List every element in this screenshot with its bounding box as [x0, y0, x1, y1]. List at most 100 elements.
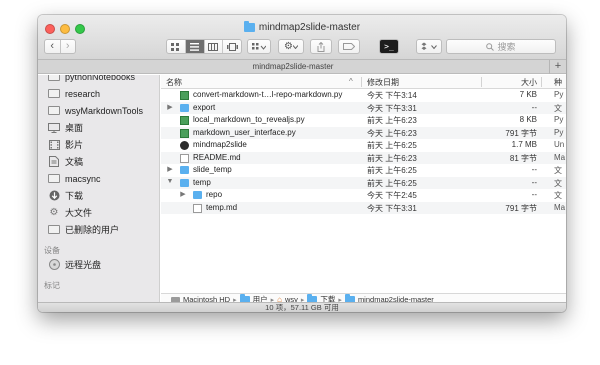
column-name[interactable]: 名称: [166, 77, 182, 88]
column-kind[interactable]: 种: [554, 77, 562, 88]
new-tab-button[interactable]: +: [549, 60, 566, 74]
file-size: --: [531, 165, 537, 174]
file-kind: Py: [554, 127, 564, 137]
sidebar-item-macsync[interactable]: macsync: [48, 171, 101, 186]
desktop-icon: [48, 122, 60, 133]
file-kind: 文: [554, 103, 562, 113]
gallery-icon: [226, 42, 238, 51]
file-size: 81 字节: [509, 153, 537, 163]
sidebar-item-downloads[interactable]: 下载: [48, 188, 83, 203]
sidebar-section-tags: 标记: [44, 281, 60, 290]
sort-indicator: ^: [349, 77, 353, 86]
tab-current[interactable]: mindmap2slide-master: [38, 62, 548, 71]
arrange-icon: [252, 42, 266, 50]
sidebar-item-label: wsyMarkdownTools: [65, 105, 144, 116]
column-size[interactable]: 大小: [521, 77, 537, 88]
python-file-icon: [180, 91, 189, 100]
sidebar-item-label: 大文件: [65, 208, 93, 218]
disclosure-triangle[interactable]: ▶: [179, 190, 187, 198]
sidebar-item-pythonnotebooks[interactable]: pythonNotebooks: [48, 75, 135, 84]
sidebar-item-remote-disc[interactable]: 远程光盘: [48, 257, 101, 272]
file-date: 今天 下午3:31: [367, 203, 417, 213]
action-button[interactable]: ⚙: [278, 39, 304, 54]
file-kind: 文: [554, 166, 562, 175]
executable-icon: [180, 141, 189, 150]
arrange-button[interactable]: [247, 39, 271, 54]
file-row[interactable]: mindmap2slide 前天 上午6:25 1.7 MB Un: [161, 139, 566, 152]
file-name: temp: [193, 177, 211, 187]
folder-icon: [48, 225, 60, 234]
file-row[interactable]: convert-markdown-t…l-repo-markdown.py 今天…: [161, 89, 566, 102]
file-name: repo: [206, 190, 223, 199]
terminal-button[interactable]: >_: [379, 39, 399, 54]
file-row[interactable]: markdown_user_interface.py 今天 上午6:23 791…: [161, 126, 566, 139]
file-size: 7 KB: [519, 90, 537, 99]
sidebar-item-label: 影片: [65, 140, 84, 150]
file-date: 今天 下午3:31: [367, 103, 417, 113]
view-mode-group: [166, 39, 242, 54]
sidebar-item-wsymarkdowntools[interactable]: wsyMarkdownTools: [48, 103, 143, 118]
file-kind: 文: [554, 191, 562, 200]
tag-icon: [343, 43, 355, 50]
file-row[interactable]: ▶ export 今天 下午3:31 -- 文: [161, 101, 566, 114]
column-view-button[interactable]: [203, 40, 223, 53]
markdown-file-icon: [193, 203, 202, 213]
file-date: 前天 上午6:23: [367, 116, 417, 125]
file-row[interactable]: README.md 前天 上午6:23 81 字节 Ma: [161, 151, 566, 164]
file-date: 前天 上午6:23: [367, 153, 417, 163]
file-kind: Py: [554, 90, 564, 99]
folder-icon: [48, 89, 60, 98]
columns-icon: [208, 42, 219, 51]
icon-view-button[interactable]: [167, 40, 185, 53]
folder-icon: [48, 174, 60, 183]
sidebar-item-desktop[interactable]: 桌面: [48, 120, 83, 135]
dropbox-icon: [421, 42, 437, 50]
column-date[interactable]: 修改日期: [367, 77, 399, 88]
sidebar-item-documents[interactable]: 文稿: [48, 154, 83, 169]
file-size: --: [531, 177, 537, 187]
list-view-button[interactable]: [184, 40, 204, 53]
file-row[interactable]: ▼ temp 前天 上午6:25 -- 文: [161, 176, 566, 189]
file-row[interactable]: local_markdown_to_revealjs.py 前天 上午6:23 …: [161, 114, 566, 127]
folder-icon: [48, 75, 60, 81]
document-icon: [49, 156, 59, 167]
sidebar-item-large-files[interactable]: ⚙ 大文件: [48, 205, 93, 220]
sidebar-item-deleted-users[interactable]: 已删除的用户: [48, 222, 119, 237]
chevron-down-icon: [292, 44, 298, 49]
sidebar-item-label: 文稿: [65, 157, 84, 167]
share-button[interactable]: [310, 39, 332, 54]
forward-button[interactable]: ›: [59, 40, 76, 53]
file-row[interactable]: ▶ repo 今天 下午2:45 -- 文: [161, 189, 566, 202]
folder-icon: [193, 191, 202, 199]
file-size: 1.7 MB: [511, 140, 537, 149]
sidebar-item-label: 已删除的用户: [65, 225, 120, 235]
file-date: 前天 上午6:25: [367, 178, 417, 188]
disclosure-triangle[interactable]: ▶: [166, 103, 174, 111]
file-size: 8 KB: [519, 115, 537, 124]
sidebar-item-label: macsync: [65, 173, 101, 184]
sidebar-item-movies[interactable]: 影片: [48, 137, 83, 152]
file-name: temp.md: [206, 202, 238, 212]
disclosure-triangle[interactable]: ▶: [166, 165, 174, 173]
disclosure-triangle[interactable]: ▼: [166, 178, 174, 185]
python-file-icon: [180, 116, 189, 125]
status-bar: 10 项，57.11 GB 可用: [38, 302, 566, 312]
file-list: 名称 ^ 修改日期 大小 种 convert-markdown-t…l-repo…: [161, 75, 566, 293]
file-kind: Ma: [554, 202, 566, 212]
file-kind: Un: [554, 140, 565, 149]
search-placeholder: 搜索: [497, 42, 516, 52]
search-field[interactable]: 搜索: [446, 39, 556, 54]
tab-bar: mindmap2slide-master +: [38, 60, 566, 74]
gear-icon: ⚙: [284, 41, 293, 52]
file-name: export: [193, 102, 216, 112]
tag-button[interactable]: [338, 39, 360, 54]
dropbox-button[interactable]: [416, 39, 442, 54]
file-date: 今天 上午6:23: [367, 128, 417, 138]
file-row[interactable]: ▶ slide_temp 前天 上午6:25 -- 文: [161, 164, 566, 177]
back-button[interactable]: ‹: [45, 40, 60, 53]
sidebar-item-label: 下载: [65, 191, 84, 201]
sidebar-item-research[interactable]: research: [48, 86, 100, 101]
file-row[interactable]: temp.md 今天 下午3:31 791 字节 Ma: [161, 201, 566, 214]
file-name: markdown_user_interface.py: [193, 127, 296, 137]
gallery-view-button[interactable]: [222, 40, 241, 53]
